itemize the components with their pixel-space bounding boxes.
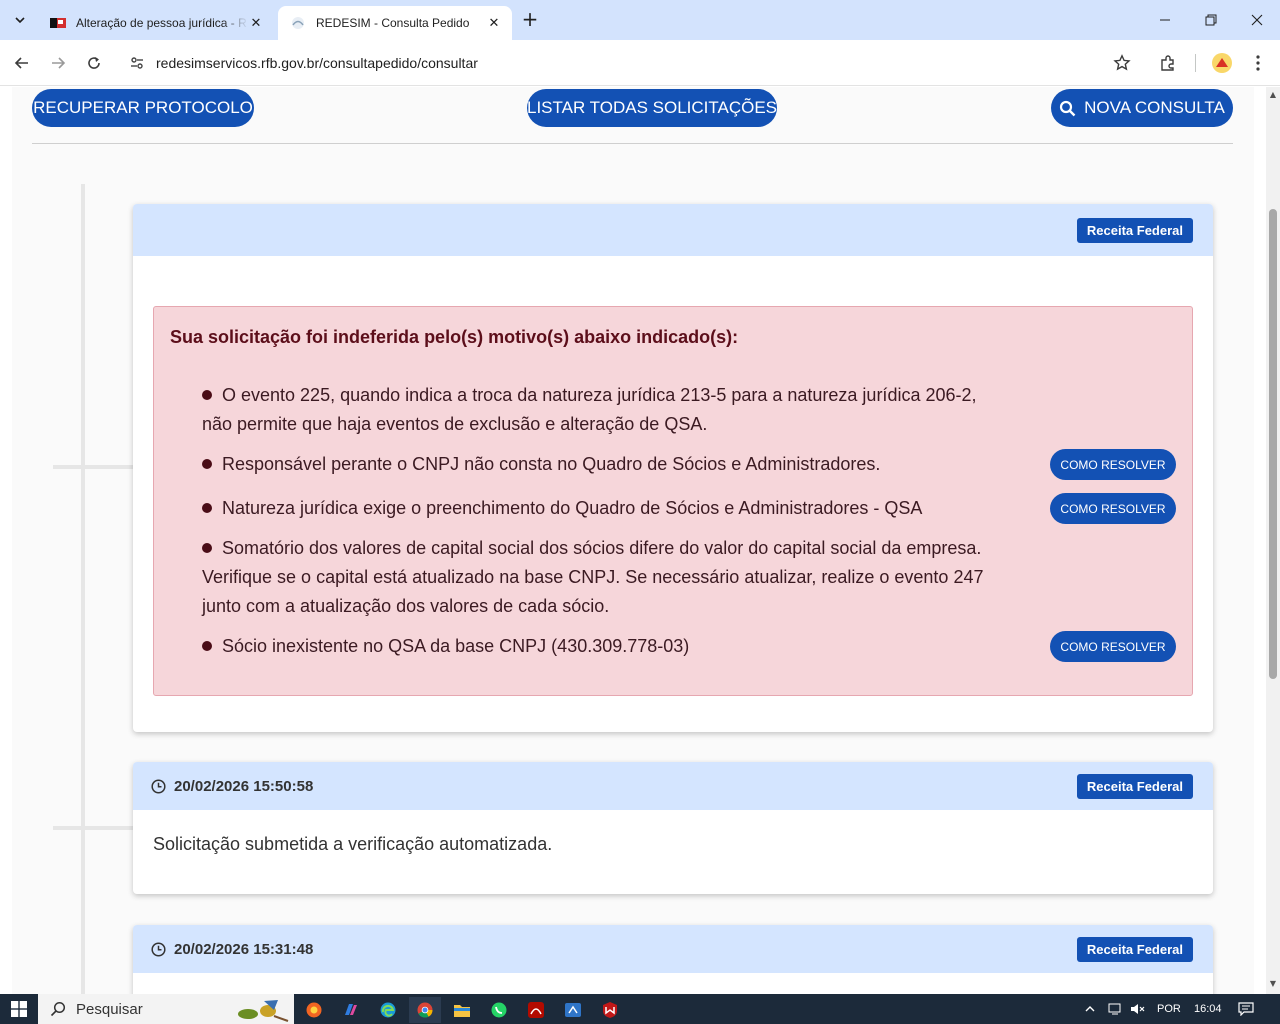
rejection-reason-item: Somatório dos valores de capital social … <box>202 534 1002 621</box>
browser-tab-strip: Alteração de pessoa jurídica - R ✕ REDES… <box>0 0 1280 40</box>
bullet-icon <box>202 503 212 513</box>
rejection-reason-text: O evento 225, quando indica a troca da n… <box>202 385 977 434</box>
reload-icon[interactable] <box>80 49 108 77</box>
rejection-alert: Sua solicitação foi indeferida pelo(s) m… <box>153 306 1193 696</box>
forward-arrow-icon[interactable] <box>44 49 72 77</box>
bullet-icon <box>202 641 212 651</box>
rejection-reason-text: Responsável perante o CNPJ não consta no… <box>222 454 881 474</box>
rejection-alert-title: Sua solicitação foi indeferida pelo(s) m… <box>170 327 739 347</box>
new-tab-plus-icon[interactable]: + <box>518 8 542 32</box>
redesim-favicon-icon <box>290 15 306 31</box>
card-header: 20/02/2026 15:31:48 Receita Federal <box>133 925 1213 973</box>
clock-icon <box>151 778 166 794</box>
scroll-up-arrow-icon[interactable]: ▲ <box>1268 90 1278 100</box>
language-indicator[interactable]: POR <box>1157 994 1181 1024</box>
windows-taskbar: Pesquisar POR 16:04 <box>0 994 1280 1024</box>
clock-time[interactable]: 16:04 <box>1194 994 1222 1024</box>
scroll-down-arrow-icon[interactable]: ▼ <box>1268 979 1278 989</box>
how-to-resolve-button[interactable]: COMO RESOLVER <box>1050 493 1176 524</box>
close-tab-icon[interactable]: ✕ <box>486 15 502 31</box>
divider <box>32 143 1233 144</box>
rejection-reason-text: Sócio inexistente no QSA da base CNPJ (4… <box>222 636 690 656</box>
browser-toolbar: redesimservicos.rfb.gov.br/consultapedid… <box>0 40 1280 86</box>
search-icon <box>1059 100 1076 117</box>
scrollbar-thumb[interactable] <box>1269 209 1277 679</box>
taskbar-search-box[interactable]: Pesquisar <box>38 994 294 1024</box>
recover-protocol-button[interactable]: RECUPERAR PROTOCOLO <box>32 89 254 127</box>
notifications-icon[interactable] <box>1238 994 1254 1024</box>
tab-title: Alteração de pessoa jurídica - R <box>76 16 247 30</box>
close-window-icon[interactable] <box>1234 0 1280 40</box>
taskbar-copilot-icon[interactable] <box>335 997 367 1023</box>
taskbar-search-placeholder: Pesquisar <box>76 1000 143 1018</box>
tab-redesim-consulta[interactable]: REDESIM - Consulta Pedido ✕ <box>278 6 512 40</box>
rejection-card: Receita Federal Sua solicitação foi inde… <box>133 204 1213 732</box>
card-date-text: 20/02/2026 15:31:48 <box>174 940 314 958</box>
clock-icon <box>151 941 166 957</box>
card-header: 20/02/2026 15:50:58 Receita Federal <box>133 762 1213 810</box>
rejection-reason-text: Natureza jurídica exige o preenchimento … <box>222 498 923 518</box>
card-date: 20/02/2026 15:31:48 <box>151 925 313 973</box>
history-card: 20/02/2026 15:50:58 Receita Federal Soli… <box>133 762 1213 894</box>
page-scrollbar[interactable]: ▲ ▼ <box>1266 87 1280 994</box>
taskbar-mcafee-icon[interactable] <box>594 997 626 1023</box>
tab-search-chevron-icon[interactable] <box>8 8 32 32</box>
card-body-text: Solicitação submetida a verificação auto… <box>153 834 553 854</box>
how-to-resolve-button[interactable]: COMO RESOLVER <box>1050 449 1176 480</box>
list-all-requests-button[interactable]: LISTAR TODAS SOLICITAÇÕES <box>527 89 777 127</box>
receita-federal-badge: Receita Federal <box>1076 774 1193 799</box>
bullet-icon <box>202 459 212 469</box>
timeline-connector <box>53 465 133 469</box>
network-icon[interactable] <box>1108 994 1124 1024</box>
rejection-reason-item: Natureza jurídica exige o preenchimento … <box>202 494 1002 523</box>
rejection-reason-item: O evento 225, quando indica a troca da n… <box>202 381 1002 439</box>
taskbar-edge-icon[interactable] <box>372 997 404 1023</box>
how-to-resolve-button[interactable]: COMO RESOLVER <box>1050 631 1176 662</box>
flag-favicon-icon <box>50 15 66 31</box>
toolbar-separator <box>1195 54 1196 72</box>
card-date: 20/02/2026 15:50:58 <box>151 762 313 810</box>
extensions-puzzle-icon[interactable] <box>1154 49 1182 77</box>
rejection-reason-item: Responsável perante o CNPJ não consta no… <box>202 450 1002 479</box>
url-text[interactable]: redesimservicos.rfb.gov.br/consultapedid… <box>156 55 1102 71</box>
card-date-text: 20/02/2026 15:50:58 <box>174 777 314 795</box>
receita-federal-badge: Receita Federal <box>1076 937 1193 962</box>
timeline-connector <box>53 826 133 830</box>
tab-title: REDESIM - Consulta Pedido <box>316 16 470 30</box>
taskbar-file-explorer-icon[interactable] <box>446 997 478 1023</box>
minimize-window-icon[interactable] <box>1142 0 1188 40</box>
rejection-reason-text: Somatório dos valores de capital social … <box>202 538 984 616</box>
close-tab-icon[interactable]: ✕ <box>248 15 264 31</box>
taskbar-remote-app-icon[interactable] <box>557 997 589 1023</box>
page-viewport: RECUPERAR PROTOCOLO LISTAR TODAS SOLICIT… <box>0 87 1266 994</box>
tab-alteracao-pessoa-juridica[interactable]: Alteração de pessoa jurídica - R ✕ <box>38 6 274 40</box>
bullet-icon <box>202 390 212 400</box>
tray-overflow-chevron-icon[interactable] <box>1084 994 1096 1024</box>
site-settings-icon[interactable] <box>118 55 156 71</box>
taskbar-chrome-icon[interactable] <box>409 997 441 1023</box>
card-header: Receita Federal <box>133 204 1213 256</box>
restore-window-icon[interactable] <box>1188 0 1234 40</box>
new-query-button[interactable]: NOVA CONSULTA <box>1051 89 1233 127</box>
address-bar[interactable]: redesimservicos.rfb.gov.br/consultapedid… <box>118 46 1142 80</box>
back-arrow-icon[interactable] <box>8 49 36 77</box>
timeline-line <box>81 184 85 994</box>
browser-menu-kebab-icon[interactable] <box>1244 49 1272 77</box>
rejection-reason-item: Sócio inexistente no QSA da base CNPJ (4… <box>202 632 1002 661</box>
volume-muted-icon[interactable] <box>1130 994 1146 1024</box>
bullet-icon <box>202 543 212 553</box>
bookmark-star-icon[interactable] <box>1102 54 1142 72</box>
history-card: 20/02/2026 15:31:48 Receita Federal <box>133 925 1213 994</box>
profile-avatar-icon[interactable] <box>1208 49 1236 77</box>
taskbar-app-orange-icon[interactable] <box>298 997 330 1023</box>
new-query-label: NOVA CONSULTA <box>1084 98 1225 117</box>
birds-illustration-icon <box>234 996 290 1024</box>
taskbar-acrobat-icon[interactable] <box>520 997 552 1023</box>
windows-start-icon[interactable] <box>0 994 38 1024</box>
search-icon <box>50 1001 66 1017</box>
taskbar-whatsapp-icon[interactable] <box>483 997 515 1023</box>
receita-federal-badge: Receita Federal <box>1076 218 1193 243</box>
